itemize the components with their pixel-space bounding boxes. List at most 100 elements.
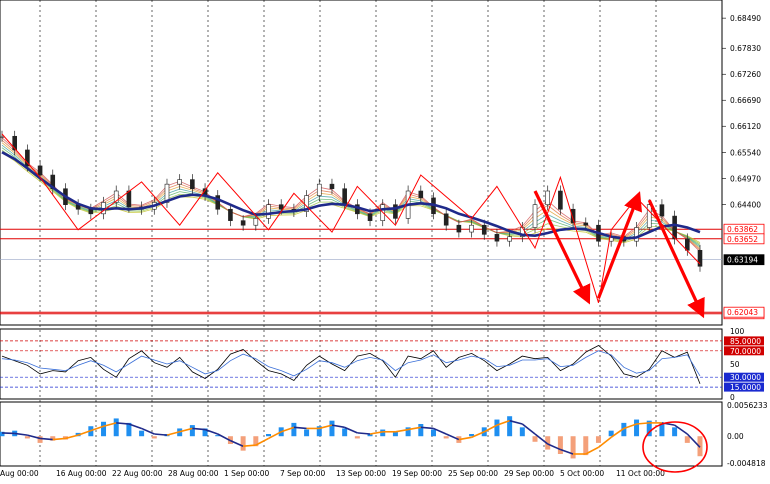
macd-histogram-bar (418, 424, 424, 437)
macd-histogram-bar (342, 428, 348, 437)
macd-signal-segment (293, 426, 307, 430)
x-tick-label: 13 Sep 00:00 (336, 469, 386, 478)
osc-tick-label: 30.0000 (730, 373, 761, 382)
macd-signal-segment (52, 437, 66, 441)
x-tick-label: 29 Sep 00:00 (504, 469, 554, 478)
macd-signal-segment (420, 426, 434, 430)
x-tick-label: 25 Sep 00:00 (448, 469, 498, 478)
x-tick-label: 22 Aug 00:00 (112, 469, 163, 478)
candle-body (228, 208, 233, 221)
macd-signal-segment (192, 427, 206, 431)
candle-body (177, 179, 182, 185)
candle-body (634, 227, 639, 242)
macd-histogram-bar (354, 436, 360, 439)
candle-body (583, 222, 589, 226)
macd-histogram-bar (532, 436, 538, 442)
macd-histogram-bar (329, 420, 335, 437)
macd-signal-segment (154, 433, 168, 436)
candle-body (443, 213, 449, 226)
candle-body (190, 179, 195, 190)
price-tick-label: 0.65540 (730, 149, 761, 158)
price-tick-label: 0.67260 (730, 70, 761, 79)
price-tick-label: 0.66690 (730, 96, 761, 105)
candle-body (481, 224, 487, 235)
oscillator-panel (0, 328, 723, 400)
candle-body (507, 236, 512, 242)
osc-tick-label: 70.0000 (730, 347, 761, 356)
x-tick-label: 11 Oct 00:00 (616, 469, 665, 478)
price-tick-label: 0.67830 (730, 44, 761, 53)
candle-body (88, 208, 94, 215)
candle-body (0, 135, 5, 138)
candle-body (532, 204, 538, 228)
trading-chart: 0.638620.636520.631940.620090.62043 Aug … (0, 0, 770, 480)
candle-body (253, 218, 259, 226)
osc-tick-label: 15.0000 (730, 383, 761, 392)
candle-body (646, 204, 652, 228)
candle-body (329, 183, 335, 190)
macd-histogram-bar (139, 430, 145, 437)
candle-body (367, 213, 373, 221)
candle-body (494, 234, 500, 242)
chart-svg: 0.638620.636520.631940.620090.62043 Aug … (0, 0, 768, 478)
macd-histogram-bar (684, 436, 690, 443)
macd-histogram-bar (113, 418, 119, 437)
macd-histogram-bar (557, 436, 563, 454)
candle-body (418, 190, 424, 199)
macd-signal-segment (1, 432, 15, 435)
macd-histogram-bar (266, 434, 272, 437)
price-tick-label: 0.64400 (730, 201, 761, 210)
osc-tick-label: 100 (730, 327, 745, 336)
candle-body (316, 183, 322, 196)
macd-signal-segment (636, 422, 650, 425)
price-panel (0, 0, 723, 326)
candle-body (342, 188, 347, 205)
candle-body (469, 224, 474, 233)
macd-histogram-bar (634, 419, 640, 437)
macd-histogram-bar (240, 436, 246, 451)
macd-histogram-bar (304, 429, 310, 437)
x-tick-label: 7 Sep 00:00 (280, 469, 326, 478)
macd-histogram-bar (507, 416, 513, 437)
candle-body (545, 190, 551, 205)
macd-histogram-bar (443, 436, 449, 439)
candle-body (278, 204, 284, 210)
candle-body (240, 220, 246, 226)
macd-histogram-bar (570, 436, 576, 459)
macd-histogram-bar (189, 425, 195, 437)
candle-body (266, 204, 271, 219)
price-tick-label: 0.68490 (730, 14, 761, 23)
x-tick-label: 16 Aug 00:00 (56, 469, 107, 478)
macd-histogram-bar (291, 422, 297, 437)
level-tag-label: 0.63862 (727, 225, 758, 234)
candle-body (37, 165, 43, 176)
macd-histogram-bar (672, 427, 678, 437)
macd-tick-label: 0.00 (727, 432, 744, 441)
x-tick-label: 28 Aug 00:00 (168, 469, 219, 478)
x-tick-label: Aug 00:00 (0, 469, 39, 478)
candle-body (659, 204, 665, 217)
macd-signal-segment (116, 422, 129, 425)
x-tick-label: 1 Sep 00:00 (224, 469, 270, 478)
price-tick-label: 0.64970 (730, 175, 761, 184)
candle-body (558, 190, 563, 210)
price-tick-label: 0.66120 (730, 122, 761, 131)
macd-tick-label: 0.0056233 (727, 401, 768, 410)
candle-body (126, 190, 132, 208)
macd-histogram-bar (151, 436, 157, 439)
osc-tick-label: 85.0000 (730, 337, 761, 346)
level-tag-label: 0.63652 (727, 235, 758, 244)
x-tick-label: 5 Oct 00:00 (560, 469, 604, 478)
macd-signal-segment (357, 432, 371, 435)
macd-histogram-bar (430, 429, 436, 437)
macd-histogram-bar (494, 419, 500, 437)
macd-tick-label: -0.004818 (727, 459, 766, 468)
level-tag-label: 0.63194 (727, 256, 758, 265)
macd-histogram-bar (595, 436, 601, 443)
x-tick-label: 19 Sep 00:00 (392, 469, 442, 478)
level-tag-label: 0.62043 (727, 308, 758, 317)
macd-histogram-bar (24, 436, 30, 439)
macd-histogram-bar (101, 421, 107, 437)
candle-body (456, 224, 462, 233)
macd-histogram-bar (519, 427, 525, 437)
